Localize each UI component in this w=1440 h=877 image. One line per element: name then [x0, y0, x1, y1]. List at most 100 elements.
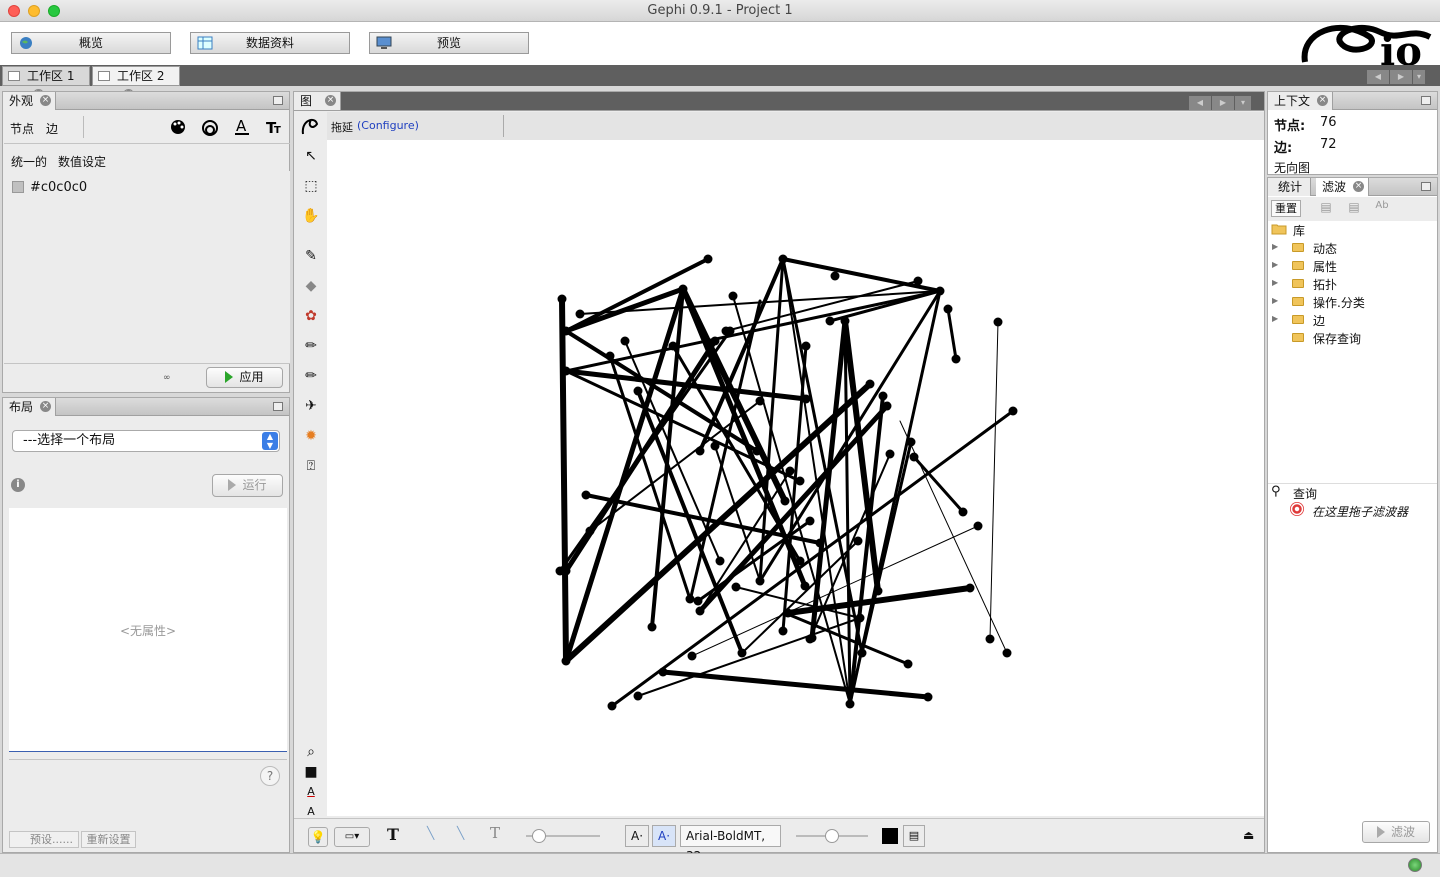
graph-node[interactable] — [943, 304, 953, 314]
graph-node[interactable] — [1008, 406, 1018, 416]
graph-node[interactable] — [620, 336, 630, 346]
painter-icon[interactable]: ✎ — [301, 246, 321, 266]
tab-statistics[interactable]: 统计 — [1268, 178, 1312, 196]
zoom-fit-icon[interactable]: ⌕ — [301, 742, 321, 762]
graph-node[interactable] — [906, 437, 916, 447]
graph-node[interactable] — [561, 366, 571, 376]
edge-size-slider[interactable] — [526, 829, 600, 843]
filter-category-item[interactable]: ▶ 属性 — [1268, 258, 1437, 276]
size-icon[interactable] — [201, 118, 219, 136]
color-picker-icon[interactable]: ✿ — [301, 306, 321, 326]
graph-node[interactable] — [555, 566, 565, 576]
tab-context[interactable]: 上下文 × — [1268, 92, 1334, 110]
filter-category-item[interactable]: ▶ 操作.分类 — [1268, 294, 1437, 312]
expand-toolbar-icon[interactable]: ⏏ — [1243, 828, 1254, 842]
background-color-icon[interactable]: ■ — [301, 762, 321, 782]
palette-icon[interactable] — [169, 118, 187, 136]
screenshot-menu-icon[interactable]: ▭▾ — [334, 827, 370, 847]
graph-node[interactable] — [857, 648, 867, 658]
scroll-left-icon[interactable]: ◀ — [1367, 70, 1389, 84]
graph-node[interactable] — [800, 581, 810, 591]
expand-arrow-icon[interactable]: ▶ — [1272, 278, 1278, 287]
graph-node[interactable] — [855, 613, 865, 623]
label-color-icon[interactable]: A — [233, 118, 251, 136]
graph-node[interactable] — [703, 254, 713, 264]
graph-node[interactable] — [605, 351, 615, 361]
expand-arrow-icon[interactable]: ▶ — [1272, 314, 1278, 323]
graph-node[interactable] — [755, 576, 765, 586]
graph-node[interactable] — [873, 586, 883, 596]
graph-node[interactable] — [865, 379, 875, 389]
font-selector[interactable]: Arial-BoldMT, 32 — [680, 825, 781, 863]
graph-node[interactable] — [993, 317, 1003, 327]
tab-filters[interactable]: 滤波 × — [1316, 178, 1370, 196]
tab-layout[interactable]: 布局 × — [3, 398, 57, 416]
graph-node[interactable] — [658, 667, 668, 677]
graph-node[interactable] — [801, 341, 811, 351]
label-color-swatch[interactable] — [882, 828, 898, 844]
filter-category-item[interactable]: 保存查询 — [1268, 330, 1437, 348]
graph-node[interactable] — [695, 446, 705, 456]
minimize-icon[interactable] — [273, 96, 283, 105]
graph-node[interactable] — [913, 276, 923, 286]
tab-graph[interactable]: 图 × — [294, 92, 342, 110]
graph-node[interactable] — [778, 254, 788, 264]
graph-node[interactable] — [778, 626, 788, 636]
graph-node[interactable] — [695, 606, 705, 616]
graph-node[interactable] — [815, 538, 825, 548]
workspace-tab-1[interactable]: 工作区 1 × — [2, 66, 90, 100]
graph-node[interactable] — [840, 316, 850, 326]
graph-node[interactable] — [575, 309, 585, 319]
graph-node[interactable] — [581, 490, 591, 500]
target-nodes-tab[interactable]: 节点 — [10, 120, 34, 137]
help-icon[interactable]: ? — [260, 766, 280, 786]
reset-button[interactable]: 重新设置 — [81, 831, 136, 848]
workspace-tab-2[interactable]: 工作区 2 × — [92, 66, 180, 100]
graph-edge[interactable] — [660, 669, 931, 700]
graph-node[interactable] — [710, 441, 720, 451]
target-edges-tab[interactable]: 边 — [46, 120, 58, 137]
scroll-left-icon[interactable]: ◀ — [1189, 96, 1211, 110]
graph-node[interactable] — [985, 634, 995, 644]
edge-pencil-icon[interactable]: ✏ — [301, 366, 321, 386]
graph-node[interactable] — [878, 391, 888, 401]
graph-node[interactable] — [958, 507, 968, 517]
graph-node[interactable] — [633, 691, 643, 701]
apply-button[interactable]: 应用 — [206, 367, 283, 388]
graph-node[interactable] — [693, 596, 703, 606]
filter-button[interactable]: 滤波 — [1362, 821, 1430, 843]
graph-edge[interactable] — [563, 286, 686, 334]
minimize-icon[interactable] — [273, 402, 283, 411]
graph-node[interactable] — [882, 401, 892, 411]
graph-node[interactable] — [885, 449, 895, 459]
close-icon[interactable]: × — [1317, 95, 1329, 106]
graph-node[interactable] — [825, 316, 835, 326]
notification-icon[interactable] — [1408, 858, 1422, 872]
layout-select[interactable]: ---选择一个布局 ▲ ▼ — [12, 430, 280, 452]
graph-node[interactable] — [909, 452, 919, 462]
light-bulb-icon[interactable]: 💡 — [308, 827, 328, 847]
preview-button[interactable]: 预览 — [369, 32, 529, 54]
graph-edge[interactable] — [860, 440, 913, 655]
graph-node[interactable] — [785, 466, 795, 476]
close-window-button[interactable] — [8, 5, 20, 17]
graph-node[interactable] — [725, 326, 735, 336]
pencil-icon[interactable]: ✏ — [301, 336, 321, 356]
filter-save-icon[interactable]: ▤ — [1343, 200, 1365, 217]
graph-node[interactable] — [935, 286, 945, 296]
show-labels-icon[interactable]: T — [387, 825, 399, 844]
font-size-up-icon[interactable]: A· — [652, 825, 676, 847]
edit-node-icon[interactable]: ⍰ — [301, 456, 321, 476]
graph-node[interactable] — [783, 608, 793, 618]
graph-node[interactable] — [685, 594, 695, 604]
edge-color-icon[interactable]: ╲ — [457, 826, 464, 840]
graph-node[interactable] — [737, 648, 747, 658]
graph-node[interactable] — [845, 699, 855, 709]
filter-category-item[interactable]: ▶ 拓扑 — [1268, 276, 1437, 294]
overview-button[interactable]: 概览 — [11, 32, 171, 54]
graph-node[interactable] — [1002, 648, 1012, 658]
edge-icon[interactable]: ╲ — [427, 826, 434, 840]
graph-node[interactable] — [687, 651, 697, 661]
graph-edge[interactable] — [989, 321, 999, 640]
configure-link[interactable]: (Configure) — [357, 119, 419, 132]
